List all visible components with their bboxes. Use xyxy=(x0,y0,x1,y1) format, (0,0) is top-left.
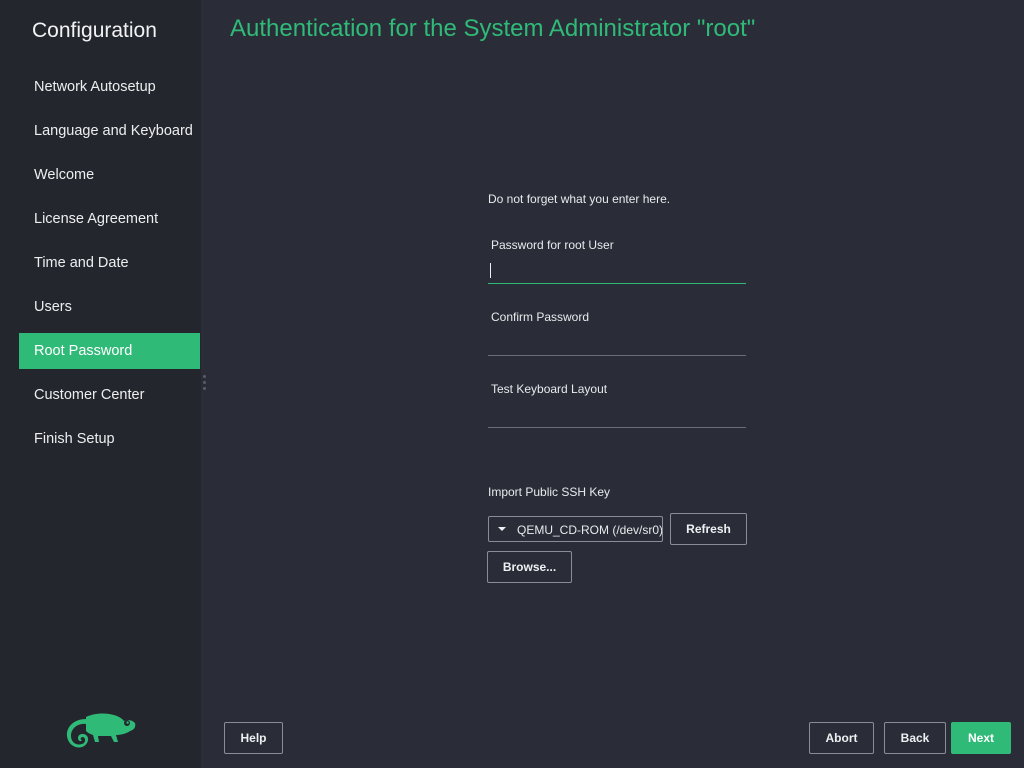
password-label: Password for root User xyxy=(491,238,614,252)
page-title: Authentication for the System Administra… xyxy=(230,15,756,42)
confirm-password-label: Confirm Password xyxy=(491,310,590,324)
sidebar-item-language-and-keyboard[interactable]: Language and Keyboard xyxy=(19,113,200,149)
abort-button[interactable]: Abort xyxy=(809,722,874,754)
sidebar-item-root-password[interactable]: Root Password xyxy=(19,333,200,369)
password-field[interactable] xyxy=(488,262,746,284)
next-button[interactable]: Next xyxy=(951,722,1011,754)
back-button[interactable]: Back xyxy=(884,722,946,754)
sidebar-item-network-autosetup[interactable]: Network Autosetup xyxy=(19,69,200,105)
dropdown-arrow-icon xyxy=(498,527,506,531)
browse-button[interactable]: Browse... xyxy=(487,551,572,583)
test-keyboard-label: Test Keyboard Layout xyxy=(491,382,608,396)
confirm-password-field[interactable] xyxy=(488,334,746,356)
sidebar-item-welcome[interactable]: Welcome xyxy=(19,157,200,193)
sidebar-item-license-agreement[interactable]: License Agreement xyxy=(19,201,200,237)
text-cursor xyxy=(490,263,491,278)
help-button[interactable]: Help xyxy=(224,722,283,754)
ssh-device-value: QEMU_CD-ROM (/dev/sr0) xyxy=(517,523,663,537)
sidebar: Configuration Network Autosetup Language… xyxy=(0,0,201,768)
chameleon-logo-icon xyxy=(66,713,136,748)
sidebar-item-customer-center[interactable]: Customer Center xyxy=(19,377,200,413)
sidebar-title: Configuration xyxy=(32,19,157,42)
step-list: Network Autosetup Language and Keyboard … xyxy=(19,69,200,465)
sidebar-item-finish-setup[interactable]: Finish Setup xyxy=(19,421,200,457)
test-keyboard-field[interactable] xyxy=(488,406,746,428)
splitter-handle[interactable] xyxy=(203,375,207,393)
hint-text: Do not forget what you enter here. xyxy=(488,192,671,206)
ssh-device-dropdown[interactable]: QEMU_CD-ROM (/dev/sr0) xyxy=(488,516,663,542)
ssh-key-label: Import Public SSH Key xyxy=(488,485,611,499)
sidebar-item-users[interactable]: Users xyxy=(19,289,200,325)
sidebar-item-time-and-date[interactable]: Time and Date xyxy=(19,245,200,281)
refresh-button[interactable]: Refresh xyxy=(670,513,747,545)
